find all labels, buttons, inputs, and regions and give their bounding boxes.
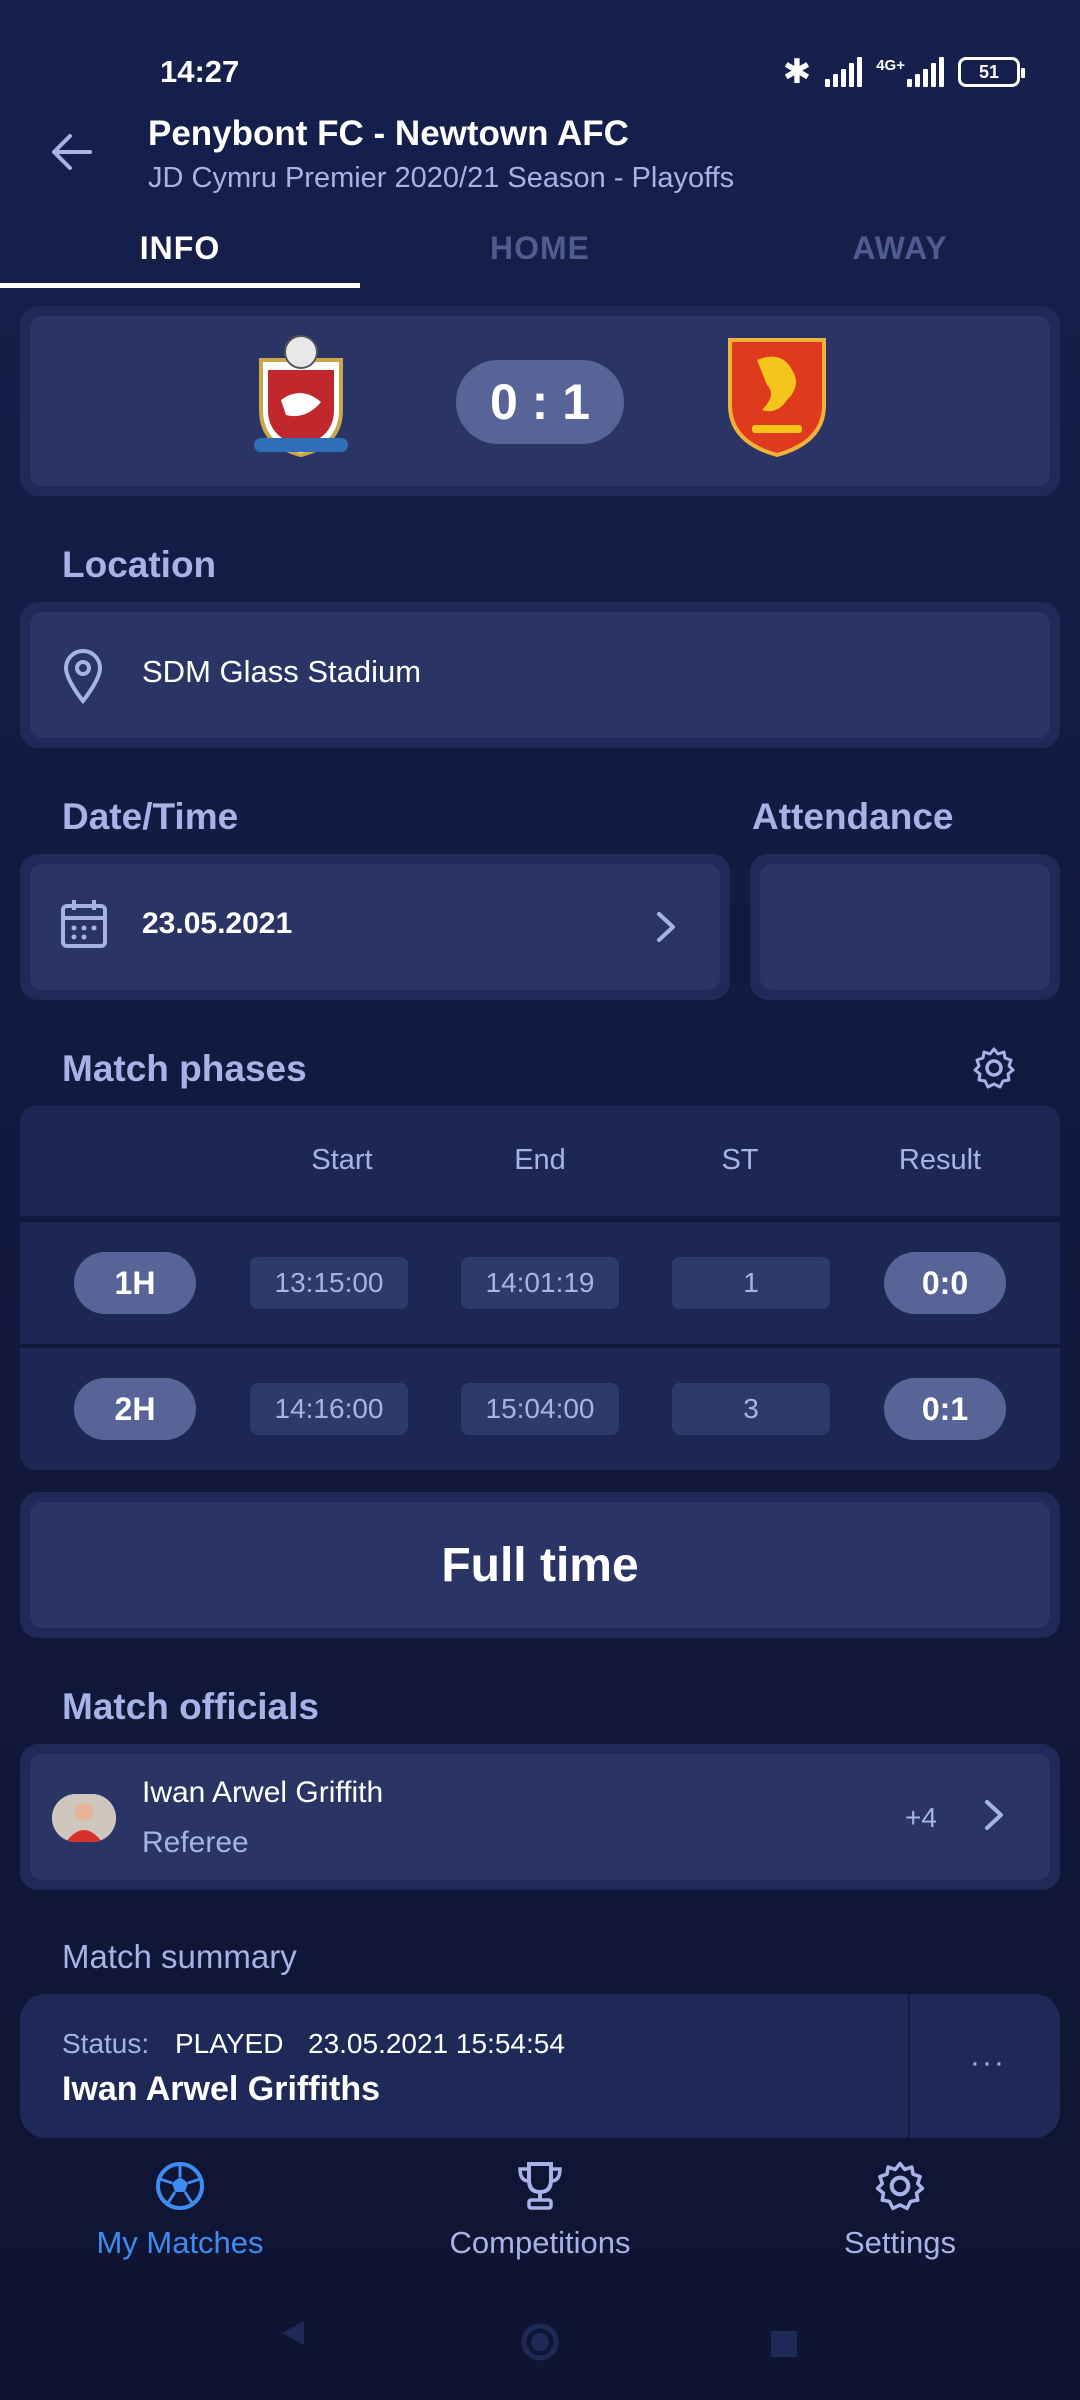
location-label: Location xyxy=(62,544,217,585)
phase-end[interactable]: 14:01:19 xyxy=(461,1257,619,1309)
competition-subtitle: JD Cymru Premier 2020/21 Season - Playof… xyxy=(148,162,735,194)
official-role: Referee xyxy=(142,1826,249,1859)
trophy-icon xyxy=(390,2160,690,2217)
match-officials-label: Match officials xyxy=(62,1686,319,1727)
phase-start[interactable]: 13:15:00 xyxy=(250,1257,408,1309)
match-phases-label: Match phases xyxy=(62,1048,307,1089)
home-team-crest-icon[interactable] xyxy=(246,330,356,460)
col-result: Result xyxy=(898,1144,982,1176)
location-pin-icon xyxy=(62,648,104,709)
col-end: End xyxy=(514,1144,566,1176)
tab-away[interactable]: AWAY xyxy=(720,218,1080,288)
gear-icon[interactable] xyxy=(972,1046,1016,1095)
bluetooth-icon: ✱ xyxy=(782,53,812,91)
attendance-card[interactable] xyxy=(750,854,1060,1000)
date-value: 23.05.2021 xyxy=(142,907,293,940)
signal-4g-icon xyxy=(907,57,944,87)
phase-tag: 1H xyxy=(74,1252,196,1314)
col-start: Start xyxy=(311,1144,373,1176)
system-recents-icon[interactable] xyxy=(770,2330,798,2363)
phase-st[interactable]: 1 xyxy=(672,1257,830,1309)
summary-status-label: Status: xyxy=(62,2028,150,2059)
phase-start[interactable]: 14:16:00 xyxy=(250,1383,408,1435)
nav-label: My Matches xyxy=(96,2225,264,2260)
nav-my-matches[interactable]: My Matches xyxy=(30,2160,330,2261)
official-name: Iwan Arwel Griffith xyxy=(142,1776,384,1809)
phase-end[interactable]: 15:04:00 xyxy=(461,1383,619,1435)
nav-settings[interactable]: Settings xyxy=(750,2160,1050,2261)
status-icons: ✱ 4G+ 51 xyxy=(782,52,1025,92)
summary-datetime: 23.05.2021 15:54:54 xyxy=(308,2028,565,2059)
gear-icon xyxy=(750,2160,1050,2217)
officials-more-count: +4 xyxy=(905,1802,937,1833)
calendar-icon xyxy=(60,898,108,955)
location-value: SDM Glass Stadium xyxy=(142,654,422,689)
officials-card[interactable] xyxy=(20,1744,1060,1890)
summary-divider xyxy=(908,1994,910,2138)
col-st: ST xyxy=(721,1144,759,1176)
away-team-crest-icon[interactable] xyxy=(722,330,832,460)
signal-icon xyxy=(825,57,863,87)
phase-tag: 2H xyxy=(74,1378,196,1440)
summary-name: Iwan Arwel Griffiths xyxy=(62,2070,381,2108)
battery-level: 51 xyxy=(978,61,1000,82)
more-options-icon[interactable]: ··· xyxy=(970,2046,1006,2080)
tab-bar: INFO HOME AWAY xyxy=(0,218,1080,288)
attendance-label: Attendance xyxy=(752,796,954,837)
system-home-icon[interactable] xyxy=(520,2322,560,2367)
date-time-card[interactable] xyxy=(20,854,730,1000)
date-time-label: Date/Time xyxy=(62,796,239,837)
nav-label: Settings xyxy=(843,2225,956,2260)
back-arrow-icon[interactable] xyxy=(46,126,98,178)
phase-st[interactable]: 3 xyxy=(672,1383,830,1435)
match-title: Penybont FC - Newtown AFC xyxy=(148,114,629,153)
full-time-label: Full time xyxy=(441,1539,639,1592)
summary-status-value: PLAYED xyxy=(175,2028,284,2059)
phase-result: 0:1 xyxy=(884,1378,1006,1440)
summary-card[interactable] xyxy=(20,1994,1060,2138)
battery-icon: 51 xyxy=(958,57,1025,87)
nav-label: Competitions xyxy=(449,2225,631,2260)
system-back-icon[interactable] xyxy=(278,2318,308,2353)
soccer-ball-icon xyxy=(30,2160,330,2217)
network-type: 4G+ xyxy=(876,57,905,74)
tab-home[interactable]: HOME xyxy=(360,218,720,288)
chevron-right-icon[interactable] xyxy=(654,910,678,949)
network-signal: 4G+ xyxy=(876,57,944,87)
nav-competitions[interactable]: Competitions xyxy=(390,2160,690,2261)
score-display: 0 : 1 xyxy=(456,360,624,444)
chevron-right-icon[interactable] xyxy=(982,1798,1006,1837)
status-time: 14:27 xyxy=(160,54,240,89)
phase-result: 0:0 xyxy=(884,1252,1006,1314)
match-summary-label: Match summary xyxy=(62,1938,297,1975)
avatar xyxy=(52,1794,116,1842)
tab-info[interactable]: INFO xyxy=(0,218,360,288)
